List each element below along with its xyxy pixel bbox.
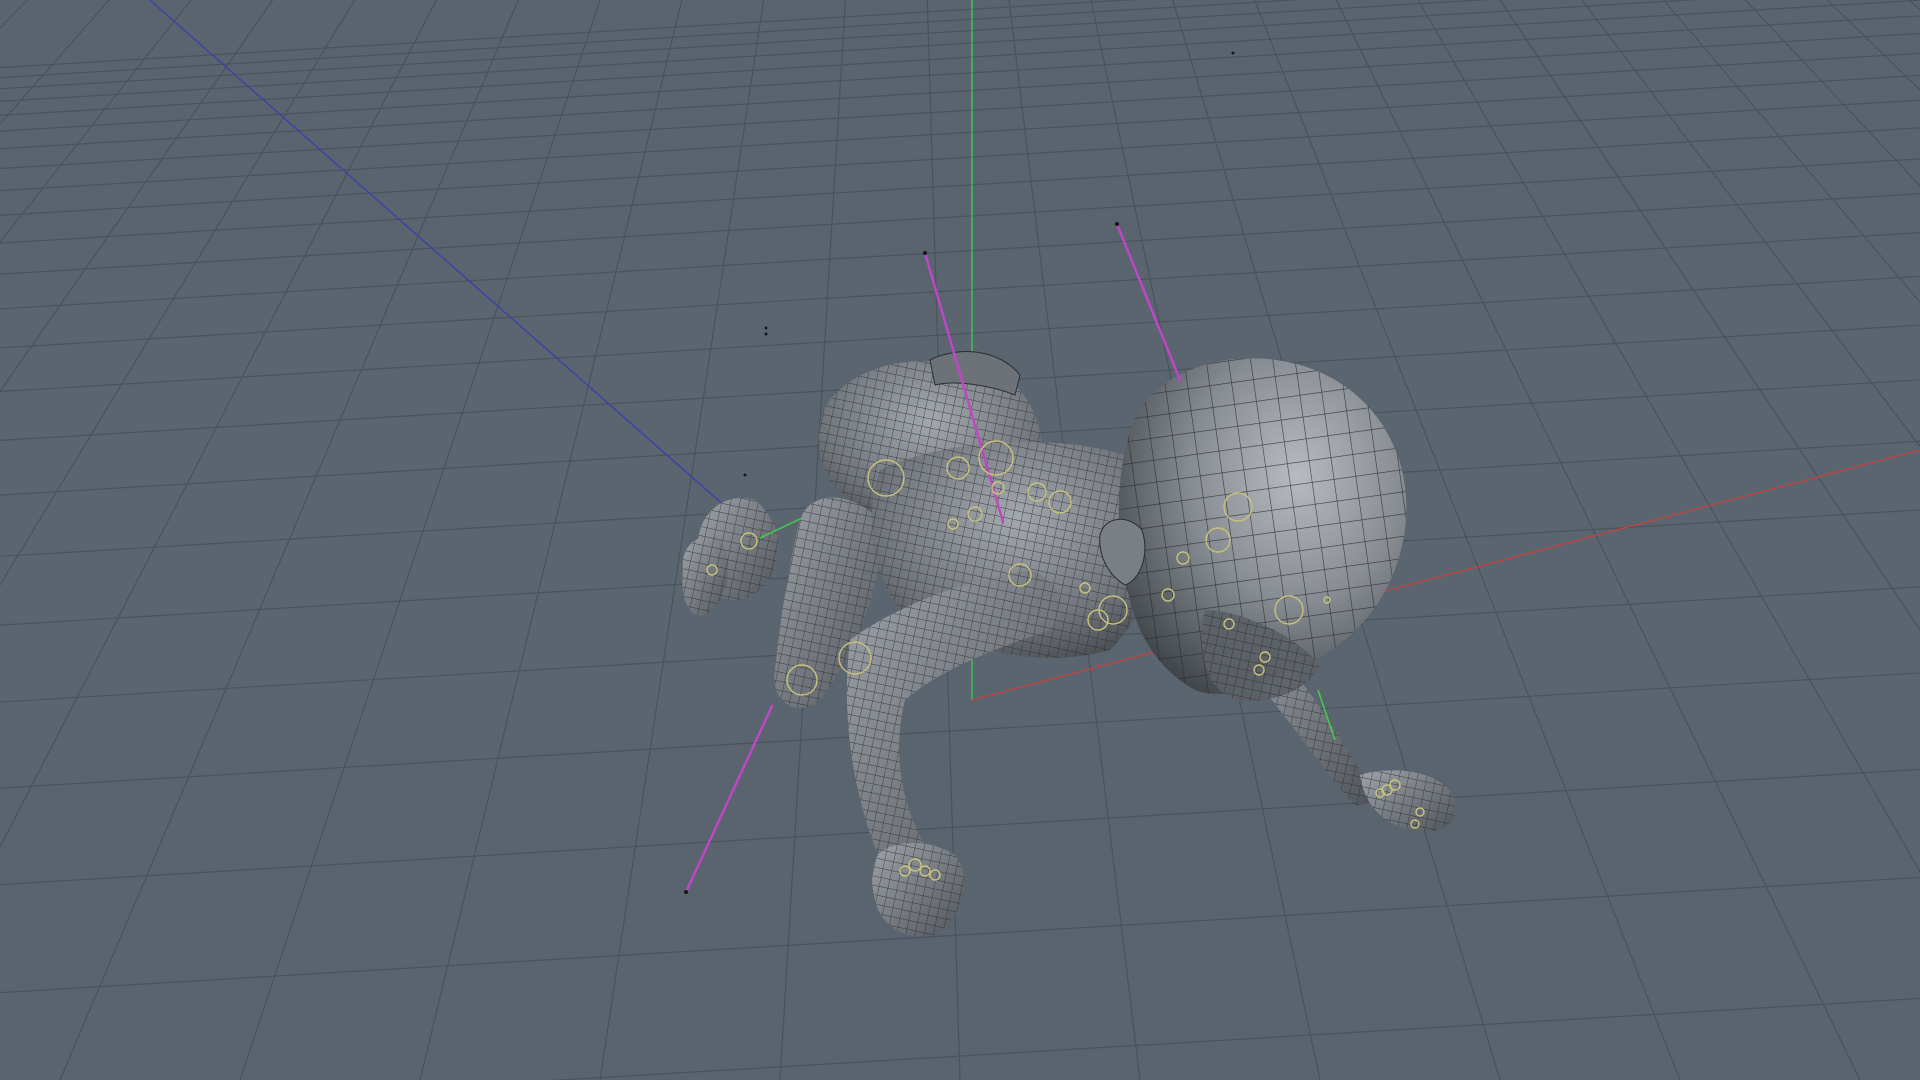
z-axis-line <box>149 0 736 516</box>
3d-viewport[interactable] <box>0 0 1920 1080</box>
guide-line-head <box>1115 222 1182 382</box>
grid-line <box>0 15 1920 132</box>
baby-character-mesh[interactable] <box>682 351 1456 937</box>
left-leg-mesh[interactable] <box>682 498 779 616</box>
left-hand-mesh[interactable] <box>1360 770 1456 832</box>
grid-line <box>0 127 1920 244</box>
viewport-canvas[interactable] <box>0 0 1920 1080</box>
grid-line <box>0 672 1920 789</box>
guide-line-leg <box>684 704 774 894</box>
grid-line <box>0 74 1920 192</box>
right-arm-mesh[interactable] <box>846 570 1061 877</box>
grid-line <box>0 0 1920 116</box>
grid-line <box>0 0 1491 90</box>
right-hand-mesh[interactable] <box>872 842 965 937</box>
head-mesh[interactable] <box>1099 358 1407 701</box>
grid-line <box>0 193 1920 310</box>
grid-line <box>0 232 1920 349</box>
grid-line <box>0 158 1920 275</box>
